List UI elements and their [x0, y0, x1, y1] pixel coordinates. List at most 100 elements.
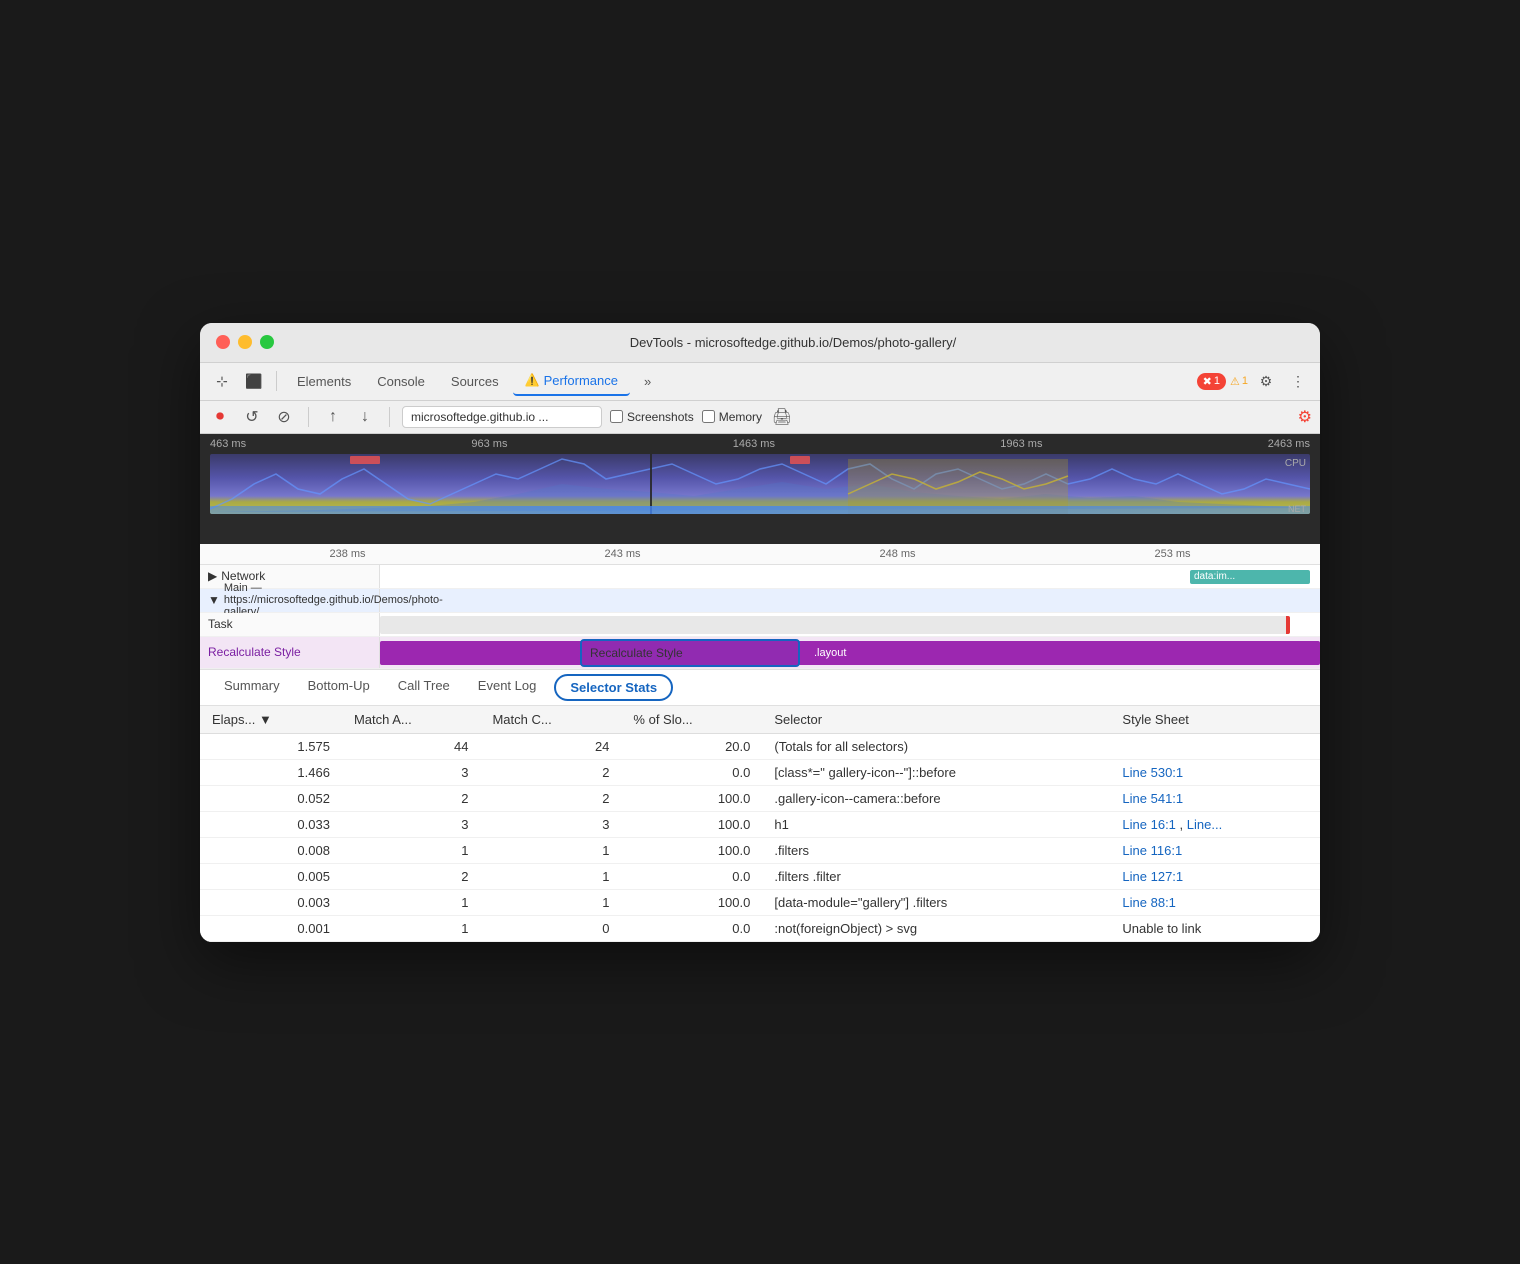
perf-settings-icon[interactable]: ⚙ [1298, 407, 1312, 427]
network-expand-icon[interactable]: ▶ [208, 569, 217, 583]
match-c-1: 2 [480, 759, 621, 785]
selector-1: [class*=" gallery-icon--"]::before [762, 759, 1110, 785]
tab-elements[interactable]: Elements [285, 368, 363, 395]
toolbar-separator-1 [276, 371, 277, 391]
tab-summary[interactable]: Summary [210, 670, 294, 705]
main-tabs: Elements Console Sources ⚠️ Performance … [285, 367, 663, 396]
stylesheet-link-1[interactable]: Line 530:1 [1122, 765, 1183, 780]
recalc-selected-box[interactable]: Recalculate Style [580, 639, 800, 667]
th-selector[interactable]: Selector [762, 706, 1110, 734]
memory-checkbox[interactable] [702, 410, 715, 423]
task-row: Task [200, 613, 1320, 637]
settings-icon[interactable]: ⚙ [1252, 367, 1280, 395]
tab-more[interactable]: » [632, 368, 663, 395]
pct-4: 100.0 [621, 837, 762, 863]
match-c-5: 1 [480, 863, 621, 889]
stylesheet-link-2[interactable]: Line 541:1 [1122, 791, 1183, 806]
warn-icon: ⚠ [1230, 375, 1240, 388]
ts-4: 1963 ms [1000, 438, 1042, 450]
th-match-c[interactable]: Match C... [480, 706, 621, 734]
main-label: ▼ Main — https://microsoftedge.github.io… [200, 589, 380, 612]
table-container[interactable]: Elaps... ▼ Match A... Match C... % of Sl… [200, 706, 1320, 942]
net-label: NET [1288, 504, 1306, 514]
task-bar[interactable] [380, 616, 1290, 634]
selector-stats-table: Elaps... ▼ Match A... Match C... % of Sl… [200, 706, 1320, 942]
stylesheet-link-4[interactable]: Line 116:1 [1122, 843, 1182, 858]
more-icon[interactable]: ⋮ [1284, 367, 1312, 395]
th-pct[interactable]: % of Slo... [621, 706, 762, 734]
clear-icon[interactable]: ⊘ [272, 405, 296, 429]
task-label: Task [200, 613, 380, 636]
stylesheet-2: Line 541:1 [1110, 785, 1320, 811]
device-icon[interactable]: ⬛ [240, 367, 268, 395]
memory-capture-icon[interactable]: 🖨 [770, 405, 794, 429]
table-row: 1.466 3 2 0.0 [class*=" gallery-icon--"]… [200, 759, 1320, 785]
elapsed-4: 0.008 [200, 837, 342, 863]
minimize-button[interactable] [238, 335, 252, 349]
th-stylesheet[interactable]: Style Sheet [1110, 706, 1320, 734]
screenshots-label[interactable]: Screenshots [610, 410, 694, 424]
tab-selector-stats[interactable]: Selector Stats [554, 674, 673, 701]
stylesheet-4: Line 116:1 [1110, 837, 1320, 863]
warn-count: 1 [1242, 375, 1248, 387]
close-button[interactable] [216, 335, 230, 349]
error-badge[interactable]: ✖ 1 [1197, 373, 1226, 390]
main-expand-icon[interactable]: ▼ [208, 593, 220, 607]
ts-5: 2463 ms [1268, 438, 1310, 450]
url-field[interactable]: microsoftedge.github.io ... [402, 406, 602, 428]
table-row: 1.575 44 24 20.0 (Totals for all selecto… [200, 733, 1320, 759]
network-item[interactable]: data:im... [1190, 570, 1310, 584]
tab-sources[interactable]: Sources [439, 368, 511, 395]
reload-icon[interactable]: ↺ [240, 405, 264, 429]
timeline-overview[interactable]: 463 ms 963 ms 1463 ms 1963 ms 2463 ms CP… [200, 434, 1320, 544]
small-bar-1 [1080, 641, 1100, 665]
tab-call-tree[interactable]: Call Tree [384, 670, 464, 705]
ts-3: 1463 ms [733, 438, 775, 450]
record-icon[interactable]: ⏺ [208, 405, 232, 429]
memory-label[interactable]: Memory [702, 410, 762, 424]
tab-bar: ⊹ ⬛ Elements Console Sources ⚠️ Performa… [200, 363, 1320, 401]
perf-toolbar: ⏺ ↺ ⊘ ↑ ↓ microsoftedge.github.io ... Sc… [200, 401, 1320, 434]
elapsed-7: 0.001 [200, 915, 342, 941]
table-body: 1.575 44 24 20.0 (Totals for all selecto… [200, 733, 1320, 941]
ts-2: 963 ms [471, 438, 507, 450]
recalc-label: Recalculate Style [200, 637, 380, 668]
time-ruler: 238 ms 243 ms 248 ms 253 ms [200, 544, 1320, 565]
cpu-label: CPU [1285, 458, 1306, 469]
selector-4: .filters [762, 837, 1110, 863]
maximize-button[interactable] [260, 335, 274, 349]
layout-bar[interactable]: .layout [810, 641, 960, 665]
tab-bottom-up[interactable]: Bottom-Up [294, 670, 384, 705]
selector-0: (Totals for all selectors) [762, 733, 1110, 759]
stylesheet-link-3b[interactable]: Line... [1187, 817, 1222, 832]
stylesheet-3: Line 16:1 , Line... [1110, 811, 1320, 837]
match-a-0: 44 [342, 733, 481, 759]
tab-performance[interactable]: ⚠️ Performance [513, 367, 630, 396]
screenshots-checkbox[interactable] [610, 410, 623, 423]
stylesheet-link-3a[interactable]: Line 16:1 [1122, 817, 1176, 832]
upload-icon[interactable]: ↑ [321, 405, 345, 429]
download-icon[interactable]: ↓ [353, 405, 377, 429]
tab-console[interactable]: Console [365, 368, 437, 395]
th-match-a[interactable]: Match A... [342, 706, 481, 734]
timeline-cursor [650, 454, 652, 514]
tab-event-log[interactable]: Event Log [464, 670, 551, 705]
match-c-0: 24 [480, 733, 621, 759]
panel-tabs: Summary Bottom-Up Call Tree Event Log Se… [200, 670, 1320, 706]
main-row: ▼ Main — https://microsoftedge.github.io… [200, 589, 1320, 613]
match-c-3: 3 [480, 811, 621, 837]
error-count: 1 [1214, 375, 1220, 387]
match-a-5: 2 [342, 863, 481, 889]
traffic-lights [216, 335, 274, 349]
selector-6: [data-module="gallery"] .filters [762, 889, 1110, 915]
table-row: 0.033 3 3 100.0 h1 Line 16:1 , Line... [200, 811, 1320, 837]
stylesheet-link-6[interactable]: Line 88:1 [1122, 895, 1176, 910]
warn-badge[interactable]: ⚠ 1 [1230, 375, 1248, 388]
match-c-7: 0 [480, 915, 621, 941]
perf-sep-2 [389, 407, 390, 427]
selector-icon[interactable]: ⊹ [208, 367, 236, 395]
ruler-4: 253 ms [1035, 548, 1310, 560]
th-elapsed[interactable]: Elaps... ▼ [200, 706, 342, 734]
stylesheet-link-5[interactable]: Line 127:1 [1122, 869, 1183, 884]
timeline-marker-2 [790, 456, 810, 464]
